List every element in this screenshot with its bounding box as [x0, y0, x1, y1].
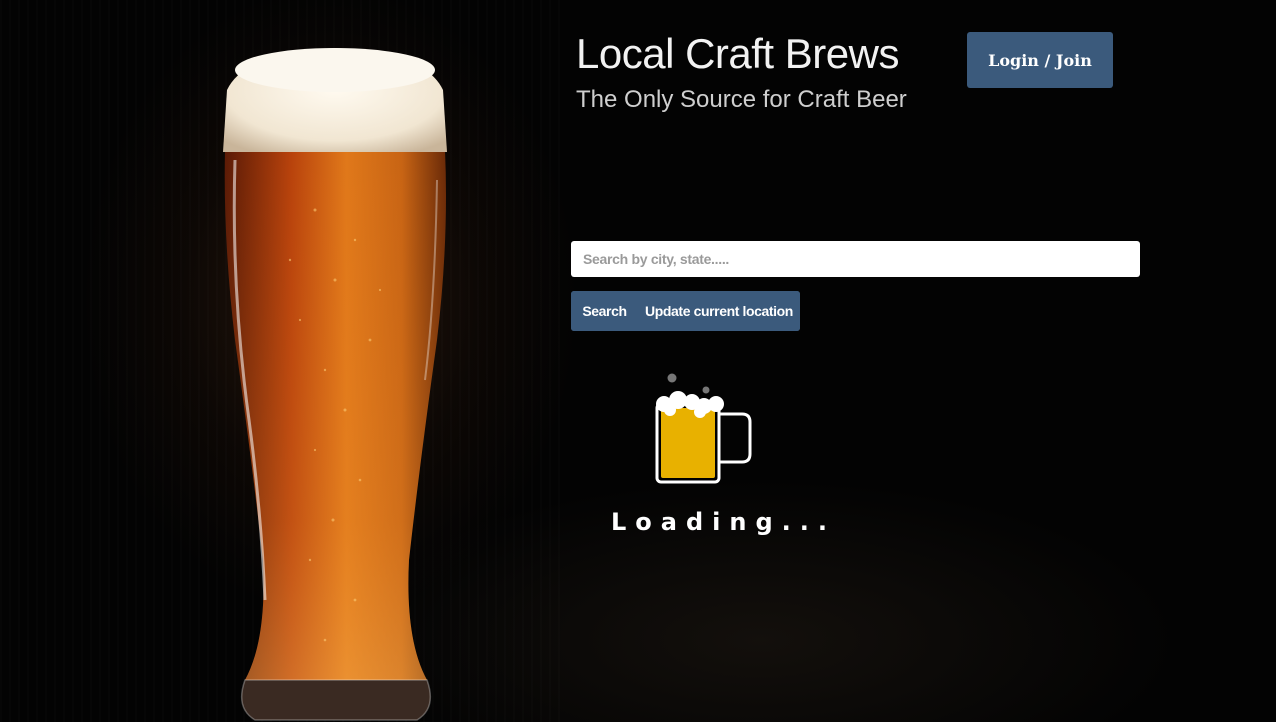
loading-text: Loading...	[611, 508, 836, 536]
beer-glass-image	[223, 48, 447, 721]
page-subtitle: The Only Source for Craft Beer	[576, 86, 907, 113]
beer-mug-icon	[655, 373, 752, 484]
login-join-button[interactable]: Login / Join	[967, 32, 1113, 88]
search-button[interactable]: Search	[571, 291, 638, 331]
update-location-button[interactable]: Update current location	[638, 291, 800, 331]
page-title: Local Craft Brews	[576, 30, 899, 77]
search-button-group: Search Update current location	[571, 291, 800, 331]
search-input[interactable]	[571, 241, 1140, 277]
